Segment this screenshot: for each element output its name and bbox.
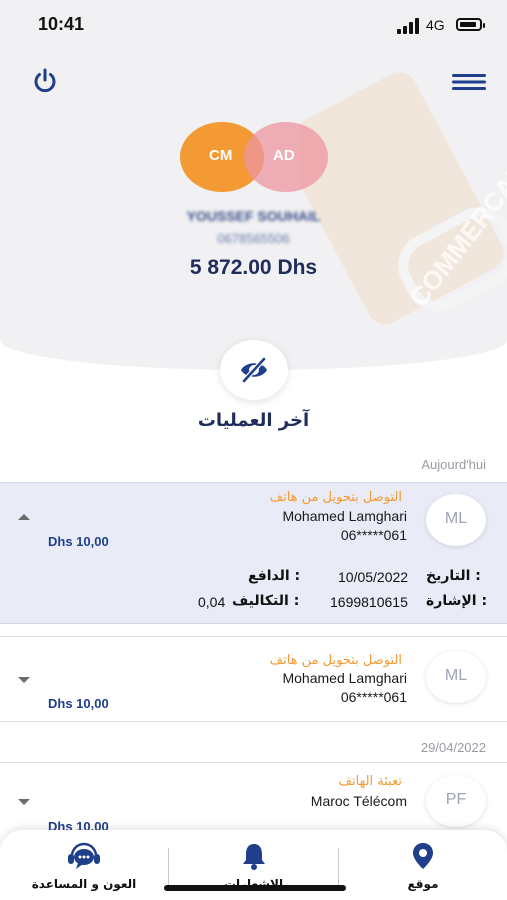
transaction-type: التوصل بتحويل من هاتف	[269, 653, 402, 668]
detail-fees-label: التكاليف :	[232, 593, 300, 609]
tab-location-label: موقع	[407, 877, 439, 891]
transaction-avatar: PF	[426, 775, 486, 827]
transaction-amount: Dhs 10,00	[48, 696, 109, 711]
tab-location[interactable]: موقع	[339, 830, 507, 900]
detail-reference-value: 1699810615	[330, 594, 408, 610]
collapse-caret-icon[interactable]	[18, 514, 30, 520]
signal-icon	[397, 18, 419, 34]
user-phone: 0678565506	[217, 231, 290, 246]
location-pin-icon	[413, 843, 433, 869]
transaction-avatar: ML	[426, 494, 486, 546]
group-date: 29/04/2022	[420, 740, 486, 755]
status-time: 10:41	[38, 14, 85, 34]
transaction-type: التوصل بتحويل من هاتف	[269, 490, 402, 505]
expand-caret-icon[interactable]	[18, 799, 30, 805]
hamburger-menu-icon[interactable]	[452, 72, 486, 92]
user-name: YOUSSEF SOUHAIL	[186, 208, 321, 224]
expand-caret-icon[interactable]	[18, 677, 30, 683]
merchant-card-watermark: COMMERCANT	[300, 72, 507, 325]
tab-support[interactable]: العون و المساعدة	[0, 830, 168, 900]
detail-date-label: التاريخ :	[426, 568, 481, 584]
detail-date-value: 10/05/2022	[338, 569, 409, 585]
group-date-today: Aujourd'hui	[421, 457, 486, 472]
transaction-phone: 06*****061	[340, 527, 407, 543]
detail-fees-value: 0,04	[198, 594, 226, 610]
tab-support-label: العون و المساعدة	[31, 877, 137, 891]
recent-transactions-title: آخر العمليات	[197, 410, 310, 431]
detail-payer-label: الدافع :	[248, 568, 301, 584]
transaction-type: تعبئة الهاتف	[338, 774, 402, 789]
account-header: COMMERCANT CM AD YOUSSEF SOUHAIL 0678565…	[0, 0, 507, 370]
avatar-initials-cm: CM	[209, 147, 233, 164]
transaction-counterparty: Maroc Télécom	[310, 793, 407, 809]
avatar-initials-ad: AD	[273, 147, 295, 164]
power-icon[interactable]	[32, 68, 58, 94]
status-bar: 10:41 4G	[0, 0, 507, 52]
account-balance: 5 872.00 Dhs	[189, 256, 318, 279]
account-switcher[interactable]: CM AD	[180, 122, 328, 192]
transaction-item[interactable]: ML التوصل بتحويل من هاتف Mohamed Lamghar…	[0, 636, 507, 722]
toggle-balance-visibility-button[interactable]	[220, 340, 288, 400]
home-indicator[interactable]	[164, 885, 346, 891]
eye-slash-icon	[241, 356, 267, 384]
battery-icon	[456, 18, 485, 31]
transaction-phone: 06*****061	[340, 689, 407, 705]
network-type: 4G	[426, 17, 445, 33]
bell-icon	[243, 844, 265, 870]
support-chat-icon	[68, 842, 100, 869]
transaction-counterparty: Mohamed Lamghari	[282, 508, 407, 524]
transaction-amount: Dhs 10,00	[48, 534, 109, 549]
transaction-counterparty: Mohamed Lamghari	[282, 670, 407, 686]
transaction-item-expanded[interactable]: ML التوصل بتحويل من هاتف Mohamed Lamghar…	[0, 482, 507, 624]
transaction-avatar: ML	[426, 651, 486, 703]
detail-reference-label: الإشارة :	[426, 593, 488, 609]
